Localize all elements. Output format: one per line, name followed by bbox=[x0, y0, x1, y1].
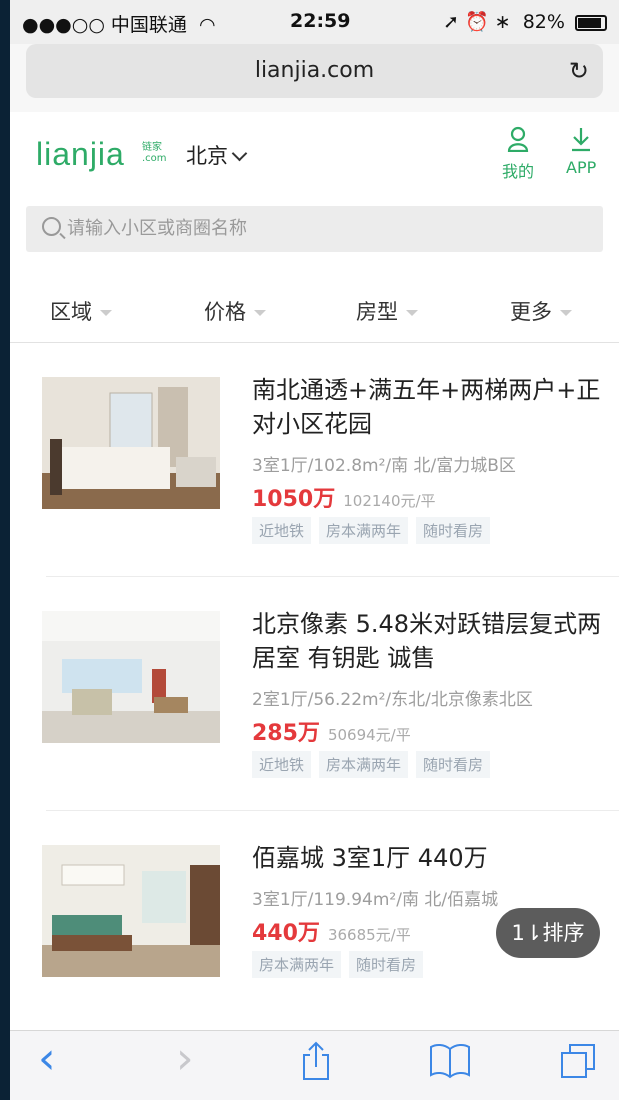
search-placeholder: 请输入小区或商圈名称 bbox=[67, 218, 247, 239]
filter-label: 价格 bbox=[204, 300, 246, 324]
total-price: 285万 bbox=[252, 721, 320, 746]
app-label: APP bbox=[566, 158, 597, 177]
city-selector[interactable]: 北京 bbox=[186, 140, 248, 170]
filter-label: 房型 bbox=[356, 300, 398, 324]
unit-price: 36685元/平 bbox=[327, 926, 411, 944]
listing-meta: 3室1厅/102.8m²/南 北/富力城B区 bbox=[252, 456, 516, 476]
sort-button[interactable]: 1⇂排序 bbox=[496, 908, 600, 958]
filter-district[interactable]: 区域 bbox=[50, 296, 112, 326]
listing-price: 440万 36685元/平 bbox=[252, 915, 411, 947]
search-input[interactable]: 请输入小区或商圈名称 bbox=[26, 206, 603, 252]
tag: 房本满两年 bbox=[319, 751, 409, 778]
listing-item[interactable]: 北京像素 5.48米对跃错层复式两居室 有钥匙 诚售 2室1厅/56.22m²/… bbox=[10, 577, 619, 811]
filter-price[interactable]: 价格 bbox=[204, 296, 266, 326]
wifi-icon: ◠ bbox=[198, 14, 216, 36]
forward-icon[interactable]: › bbox=[176, 1033, 194, 1084]
app-download-button[interactable]: APP bbox=[566, 126, 596, 177]
status-time: 22:59 bbox=[290, 10, 351, 32]
filter-label: 更多 bbox=[510, 300, 552, 324]
tag: 随时看房 bbox=[416, 751, 491, 778]
my-account-label: 我的 bbox=[502, 162, 535, 181]
listing-tags: 房本满两年 随时看房 bbox=[252, 951, 431, 978]
browser-toolbar: ‹ › bbox=[10, 1030, 619, 1100]
person-icon bbox=[502, 126, 534, 158]
listing-price: 285万 50694元/平 bbox=[252, 715, 411, 747]
bookmarks-icon[interactable] bbox=[428, 1041, 472, 1088]
total-price: 440万 bbox=[252, 921, 320, 946]
tag: 房本满两年 bbox=[319, 517, 409, 544]
reload-icon[interactable]: ↻ bbox=[569, 44, 589, 98]
listing-item[interactable]: 南北通透+满五年+两梯两户+正对小区花园 3室1厅/102.8m²/南 北/富力… bbox=[10, 343, 619, 577]
listing-meta: 2室1厅/56.22m²/东北/北京像素北区 bbox=[252, 690, 533, 710]
unit-price: 50694元/平 bbox=[327, 726, 411, 744]
battery-percent: 82% bbox=[522, 11, 565, 33]
chevron-down-icon bbox=[231, 145, 248, 162]
listing-price: 1050万 102140元/平 bbox=[252, 481, 436, 513]
address-bar[interactable]: lianjia.com ↻ bbox=[26, 44, 603, 98]
listing-photo[interactable] bbox=[42, 845, 220, 977]
tag: 近地铁 bbox=[252, 751, 312, 778]
status-icons: ➚ ⏰ ∗ bbox=[443, 11, 511, 33]
search-section: 请输入小区或商圈名称 bbox=[10, 192, 619, 274]
lianjia-logo[interactable]: lianjia bbox=[36, 136, 125, 173]
listing-meta: 3室1厅/119.94m²/南 北/佰嘉城 bbox=[252, 890, 499, 910]
battery-icon bbox=[575, 14, 607, 31]
filter-more[interactable]: 更多 bbox=[510, 296, 572, 326]
site-header: lianjia 链家 .com 北京 我的 APP bbox=[10, 112, 619, 192]
dropdown-arrow-icon bbox=[254, 310, 266, 316]
logo-sub-cn: 链家 bbox=[142, 142, 162, 153]
city-label: 北京 bbox=[186, 144, 228, 168]
listing-tags: 近地铁 房本满两年 随时看房 bbox=[252, 517, 498, 544]
listing-photo[interactable] bbox=[42, 377, 220, 509]
filter-label: 区域 bbox=[50, 300, 92, 324]
logo-sub-com: .com bbox=[142, 153, 167, 164]
tag: 房本满两年 bbox=[252, 951, 342, 978]
filter-bar: 区域 价格 房型 更多 bbox=[10, 274, 619, 343]
carrier-label: ●●●○○ 中国联通 bbox=[22, 14, 187, 36]
dropdown-arrow-icon bbox=[100, 310, 112, 316]
tag: 近地铁 bbox=[252, 517, 312, 544]
back-icon[interactable]: ‹ bbox=[38, 1033, 56, 1084]
download-icon bbox=[566, 126, 596, 158]
listing-photo[interactable] bbox=[42, 611, 220, 743]
dropdown-arrow-icon bbox=[406, 310, 418, 316]
tag: 随时看房 bbox=[416, 517, 491, 544]
url-text: lianjia.com bbox=[254, 58, 375, 83]
share-icon[interactable] bbox=[300, 1041, 332, 1090]
unit-price: 102140元/平 bbox=[343, 492, 436, 510]
tag: 随时看房 bbox=[349, 951, 424, 978]
filter-layout[interactable]: 房型 bbox=[356, 296, 418, 326]
carrier: ●●●○○ 中国联通 ◠ bbox=[22, 10, 216, 37]
total-price: 1050万 bbox=[252, 487, 336, 512]
listing-title[interactable]: 北京像素 5.48米对跃错层复式两居室 有钥匙 诚售 bbox=[252, 607, 602, 675]
logo-subtext: 链家 .com bbox=[142, 142, 167, 164]
listing-title[interactable]: 佰嘉城 3室1厅 440万 bbox=[252, 841, 602, 875]
search-icon bbox=[42, 217, 61, 236]
listing-title[interactable]: 南北通透+满五年+两梯两户+正对小区花园 bbox=[252, 373, 602, 441]
tabs-icon[interactable] bbox=[558, 1041, 598, 1090]
status-right: ➚ ⏰ ∗ 82% bbox=[443, 10, 607, 33]
status-bar: ●●●○○ 中国联通 ◠ 22:59 ➚ ⏰ ∗ 82% bbox=[10, 0, 619, 44]
my-account-button[interactable]: 我的 bbox=[502, 126, 534, 182]
listing-tags: 近地铁 房本满两年 随时看房 bbox=[252, 751, 498, 778]
phone-screen: ●●●○○ 中国联通 ◠ 22:59 ➚ ⏰ ∗ 82% lianjia.com… bbox=[10, 0, 619, 1100]
dropdown-arrow-icon bbox=[560, 310, 572, 316]
